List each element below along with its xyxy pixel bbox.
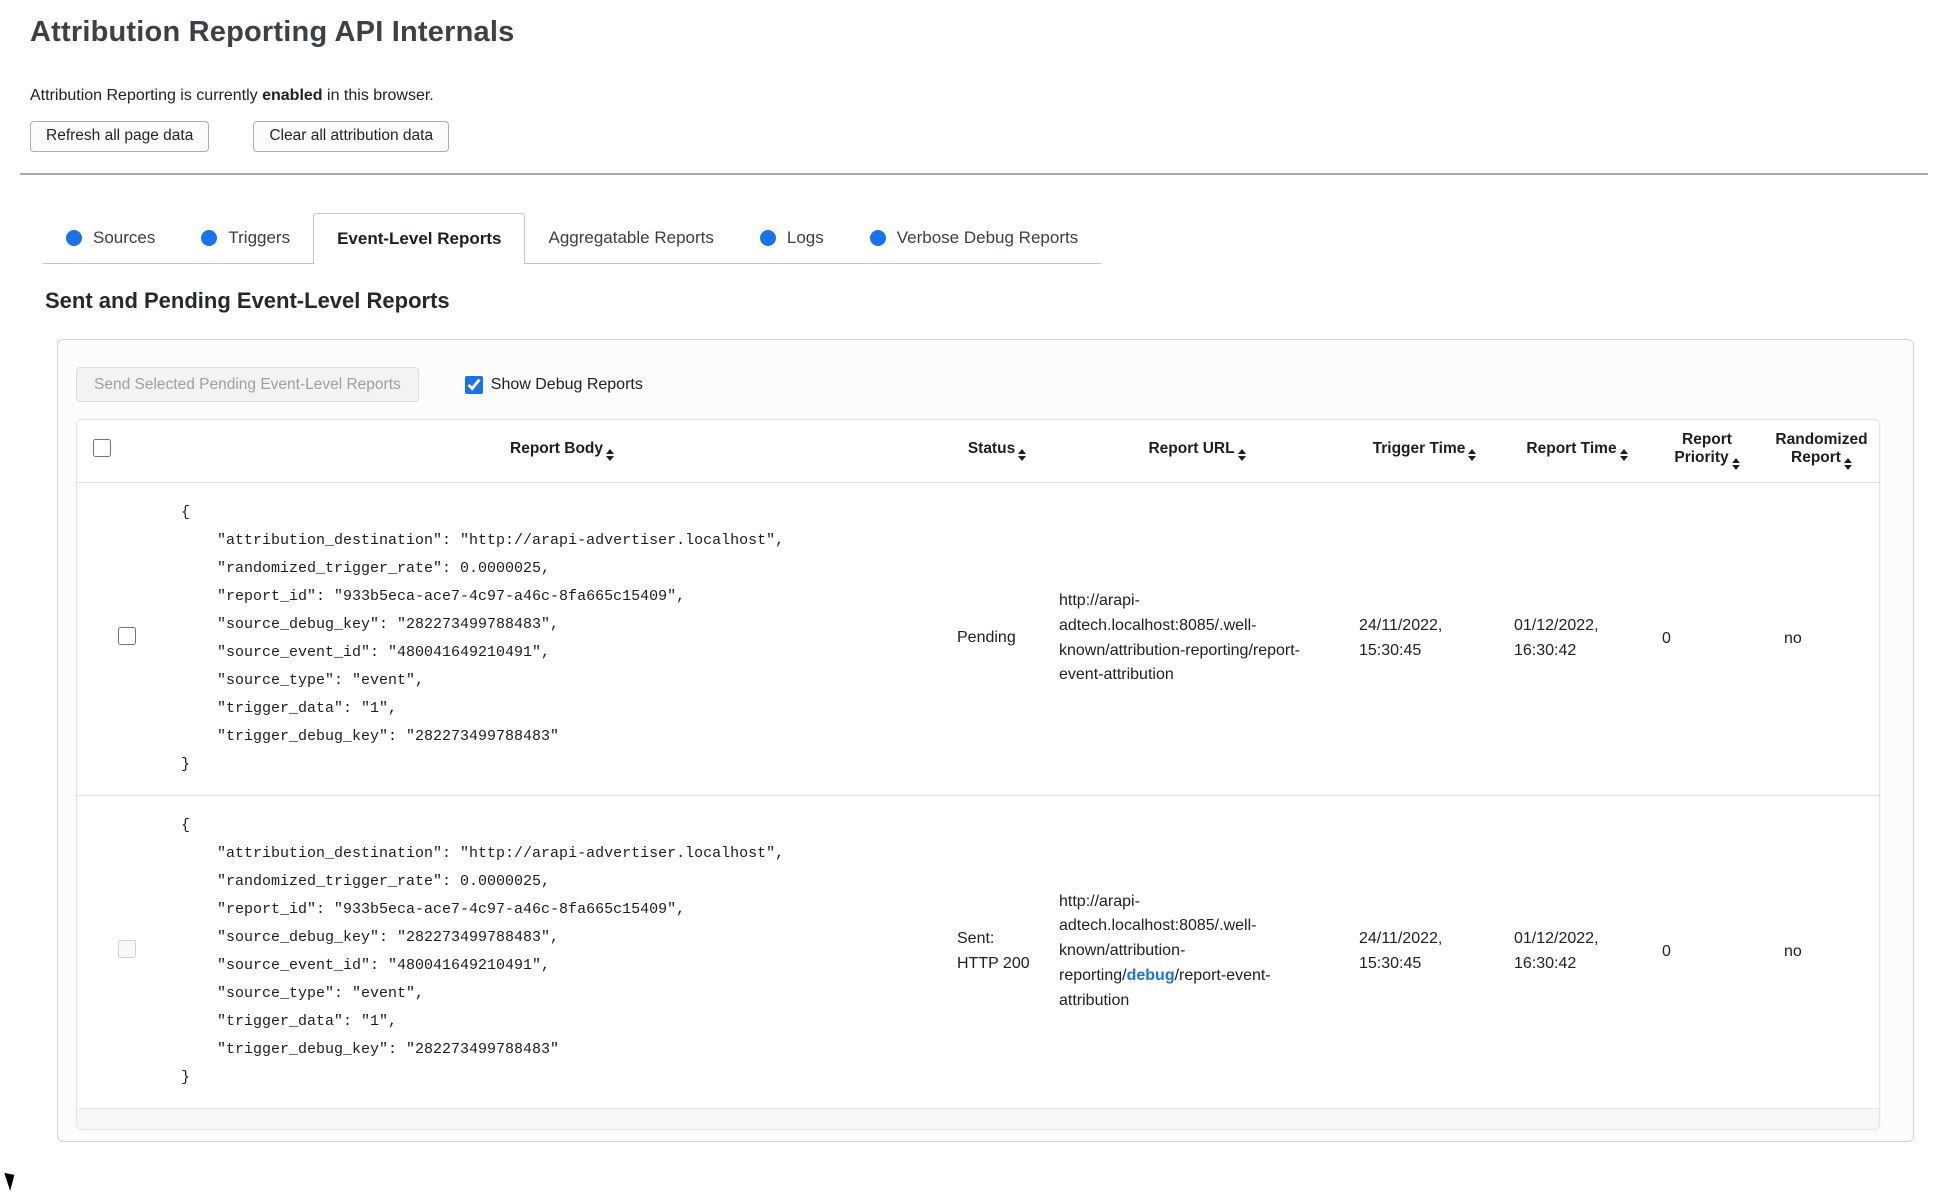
trigger-time-cell: 24/11/2022, 15:30:45 <box>1347 794 1502 1108</box>
report-body-json: { "attribution_destination": "http://ara… <box>181 816 785 1086</box>
reports-table: Report Body Status Report URL Trigger Ti… <box>77 420 1879 1108</box>
show-debug-checkbox[interactable] <box>464 375 483 394</box>
header-label: Report Priority <box>1674 431 1732 467</box>
report-body-cell: { "attribution_destination": "http://ara… <box>177 794 947 1108</box>
unread-dot-icon <box>66 230 82 246</box>
sort-icon <box>1731 458 1740 471</box>
header-label: Report URL <box>1148 440 1235 458</box>
header-label: Report Time <box>1526 440 1617 458</box>
intro-enabled-word: enabled <box>262 87 323 104</box>
section-heading: Sent and Pending Event-Level Reports <box>45 288 450 313</box>
row-select-cell <box>77 481 177 795</box>
select-all-header <box>77 420 177 482</box>
row-select-checkbox[interactable] <box>118 627 136 645</box>
row-select-cell <box>77 794 177 1108</box>
tab-sources[interactable]: Sources <box>43 213 178 263</box>
report-priority-cell: 0 <box>1652 794 1762 1108</box>
tab-strip: Sources Triggers Event-Level Reports Agg… <box>43 213 1102 264</box>
tab-label: Logs <box>786 228 824 247</box>
reports-table-card: Report Body Status Report URL Trigger Ti… <box>76 419 1880 1130</box>
tab-label: Event-Level Reports <box>337 229 502 248</box>
panel-controls: Send Selected Pending Event-Level Report… <box>76 367 1913 402</box>
intro-prefix: Attribution Reporting is currently <box>30 87 263 104</box>
select-all-checkbox[interactable] <box>93 439 111 458</box>
randomized-report-cell: no <box>1762 481 1879 795</box>
clear-all-button[interactable]: Clear all attribution data <box>253 121 450 152</box>
tab-aggregatable-reports[interactable]: Aggregatable Reports <box>525 213 736 263</box>
report-body-json: { "attribution_destination": "http://ara… <box>181 503 785 773</box>
trigger-time-cell: 24/11/2022, 15:30:45 <box>1347 481 1502 795</box>
header-label: Randomized Report <box>1775 431 1868 467</box>
sort-icon <box>1468 449 1477 462</box>
url-text: http://arapi-adtech.localhost:8085/.well… <box>1059 591 1301 684</box>
unread-dot-icon <box>201 230 218 246</box>
tab-label: Aggregatable Reports <box>548 228 714 247</box>
table-footer <box>77 1107 1879 1129</box>
show-debug-label: Show Debug Reports <box>490 375 643 393</box>
header-randomized-report[interactable]: Randomized Report <box>1762 420 1879 482</box>
tab-label: Verbose Debug Reports <box>896 228 1079 247</box>
header-trigger-time[interactable]: Trigger Time <box>1347 420 1502 482</box>
table-row: { "attribution_destination": "http://ara… <box>77 481 1879 795</box>
report-body-cell: { "attribution_destination": "http://ara… <box>177 481 947 795</box>
status-cell: Sent: HTTP 200 <box>947 794 1047 1108</box>
table-header-row: Report Body Status Report URL Trigger Ti… <box>77 420 1879 482</box>
header-label: Status <box>967 440 1016 458</box>
tab-logs[interactable]: Logs <box>737 213 847 263</box>
status-cell: Pending <box>947 481 1047 795</box>
refresh-all-button[interactable]: Refresh all page data <box>30 121 210 152</box>
tab-triggers[interactable]: Triggers <box>178 213 313 263</box>
report-priority-cell: 0 <box>1652 481 1762 795</box>
mouse-cursor <box>4 1170 19 1191</box>
row-select-checkbox <box>118 940 136 958</box>
report-time-cell: 01/12/2022, 16:30:42 <box>1502 794 1652 1108</box>
toolbar: Refresh all page data Clear all attribut… <box>30 121 1948 152</box>
tab-verbose-debug-reports[interactable]: Verbose Debug Reports <box>847 213 1101 263</box>
header-label: Trigger Time <box>1372 440 1466 458</box>
url-debug-segment: debug <box>1126 966 1175 984</box>
show-debug-toggle[interactable]: Show Debug Reports <box>464 375 643 394</box>
intro-suffix: in this browser. <box>322 87 434 104</box>
header-label: Report Body <box>510 440 603 458</box>
header-report-time[interactable]: Report Time <box>1502 420 1652 482</box>
randomized-report-cell: no <box>1762 794 1879 1108</box>
sort-icon <box>1619 449 1628 462</box>
report-time-cell: 01/12/2022, 16:30:42 <box>1502 481 1652 795</box>
sort-icon <box>1237 449 1246 462</box>
sort-icon <box>1843 458 1852 471</box>
tab-label: Sources <box>93 228 156 247</box>
sort-icon <box>606 449 614 462</box>
header-report-url[interactable]: Report URL <box>1047 420 1347 482</box>
unread-dot-icon <box>759 230 776 246</box>
header-divider <box>20 173 1928 175</box>
sort-icon <box>1018 449 1027 462</box>
intro-text: Attribution Reporting is currently enabl… <box>30 87 1948 105</box>
send-selected-button[interactable]: Send Selected Pending Event-Level Report… <box>76 367 419 402</box>
report-url-cell: http://arapi-adtech.localhost:8085/.well… <box>1047 481 1347 795</box>
page-title: Attribution Reporting API Internals <box>30 16 515 48</box>
tab-label: Triggers <box>228 228 291 247</box>
event-level-reports-panel: Send Selected Pending Event-Level Report… <box>57 339 1914 1142</box>
header-report-body[interactable]: Report Body <box>177 420 947 482</box>
header-status[interactable]: Status <box>947 420 1047 482</box>
table-row: { "attribution_destination": "http://ara… <box>77 794 1879 1108</box>
header-report-priority[interactable]: Report Priority <box>1652 420 1762 482</box>
report-url-cell: http://arapi-adtech.localhost:8085/.well… <box>1047 794 1347 1108</box>
unread-dot-icon <box>869 230 886 246</box>
tab-event-level-reports[interactable]: Event-Level Reports <box>313 213 526 264</box>
